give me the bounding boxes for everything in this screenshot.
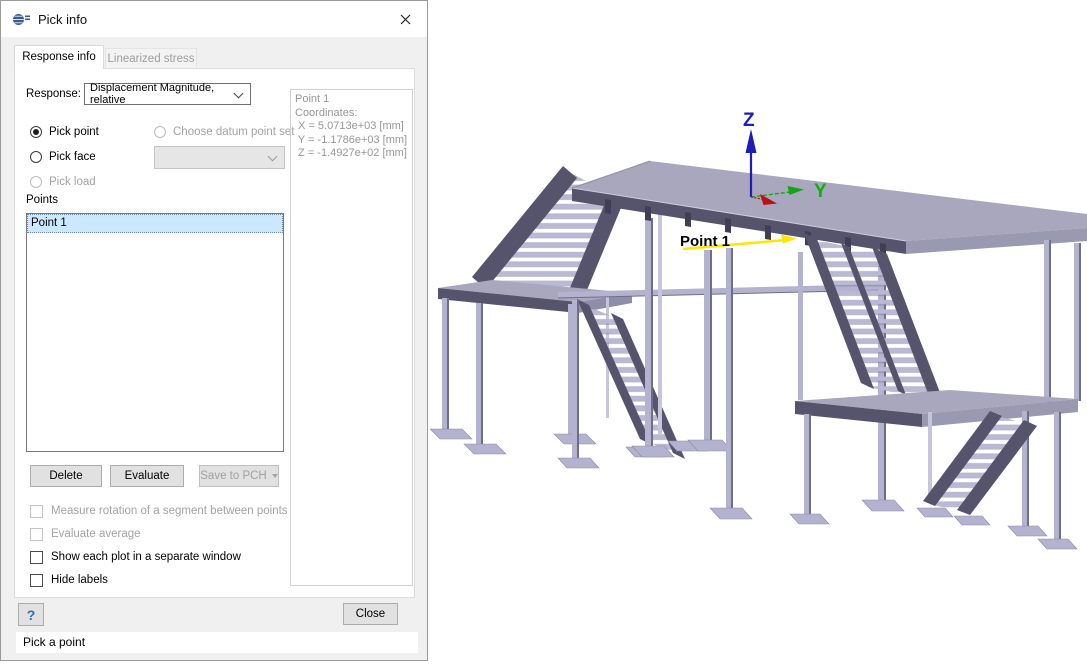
close-button[interactable]: Close [343,603,398,625]
response-value: Displacement Magnitude, relative [90,82,250,106]
status-bar: Pick a point [16,632,418,653]
pick-face-label: Pick face [49,151,96,163]
evaluate-button[interactable]: Evaluate [110,465,184,487]
hide-labels-checkbox[interactable] [30,574,43,587]
choose-datum-point-set-radio [154,126,166,138]
response-dropdown[interactable]: Displacement Magnitude, relative [84,83,251,105]
steel-structure [430,161,1087,549]
info-z-coordinate: Z = -1.4927e+02 [mm] [295,147,408,161]
measure-rotation-label: Measure rotation of a segment between po… [51,505,288,517]
pick-point-radio[interactable] [30,126,42,138]
info-y-coordinate: Y = -1.1786e+03 [mm] [295,134,408,148]
tab-response-info[interactable]: Response info [14,45,104,69]
choose-datum-point-set-label: Choose datum point set [173,126,294,138]
separate-window-checkbox[interactable] [30,551,43,564]
pick-point-label: Pick point [49,126,99,138]
evaluate-average-checkbox [30,528,43,541]
middle-staircase [577,299,707,459]
menu-arrow-icon [272,474,278,478]
save-to-pch-label: Save to PCH [200,470,266,482]
points-list[interactable]: Point 1 [26,213,284,452]
pick-load-radio [30,176,42,188]
lower-platform [790,390,1078,549]
info-x-coordinate: X = 5.0713e+03 [mm] [295,120,408,134]
right-staircase [804,233,944,403]
tab-linearized-stress[interactable]: Linearized stress [105,48,197,69]
separate-window-label: Show each plot in a separate window [51,551,241,563]
pick-face-radio[interactable] [30,151,42,163]
help-button[interactable]: ? [18,603,44,626]
z-axis-arrowhead [746,129,757,153]
point-info-panel: Point 1 Coordinates: X = 5.0713e+03 [mm]… [290,89,413,586]
datum-point-set-dropdown [154,146,285,169]
pick-load-label: Pick load [49,176,96,188]
pick-info-icon [12,12,30,27]
point-annotation: Point 1 [680,233,797,250]
list-item[interactable]: Point 1 [27,214,283,233]
points-label: Points [26,194,58,206]
chevron-down-icon [268,152,278,162]
evaluate-average-label: Evaluate average [51,528,141,540]
response-info-panel: Response: Displacement Magnitude, relati… [14,68,415,598]
response-label: Response: [26,88,81,100]
hide-labels-label: Hide labels [51,574,108,586]
close-icon[interactable] [394,8,416,30]
measure-rotation-checkbox [30,505,43,518]
dialog-titlebar: Pick info [1,1,427,37]
info-coordinates-label: Coordinates: [295,107,408,121]
3d-viewport[interactable]: Z Y Point 1 [430,0,1087,667]
under-platform-staircase [917,411,1037,525]
y-axis-label: Y [814,181,827,202]
pick-info-dialog: Pick info Response info Linearized stres… [0,0,428,661]
point-annotation-label: Point 1 [680,233,730,250]
info-point-name: Point 1 [295,93,408,107]
z-axis-label: Z [743,110,755,131]
mid-platform [430,280,632,454]
save-to-pch-button: Save to PCH [199,465,279,487]
delete-button[interactable]: Delete [30,465,102,487]
dialog-title: Pick info [38,12,87,27]
